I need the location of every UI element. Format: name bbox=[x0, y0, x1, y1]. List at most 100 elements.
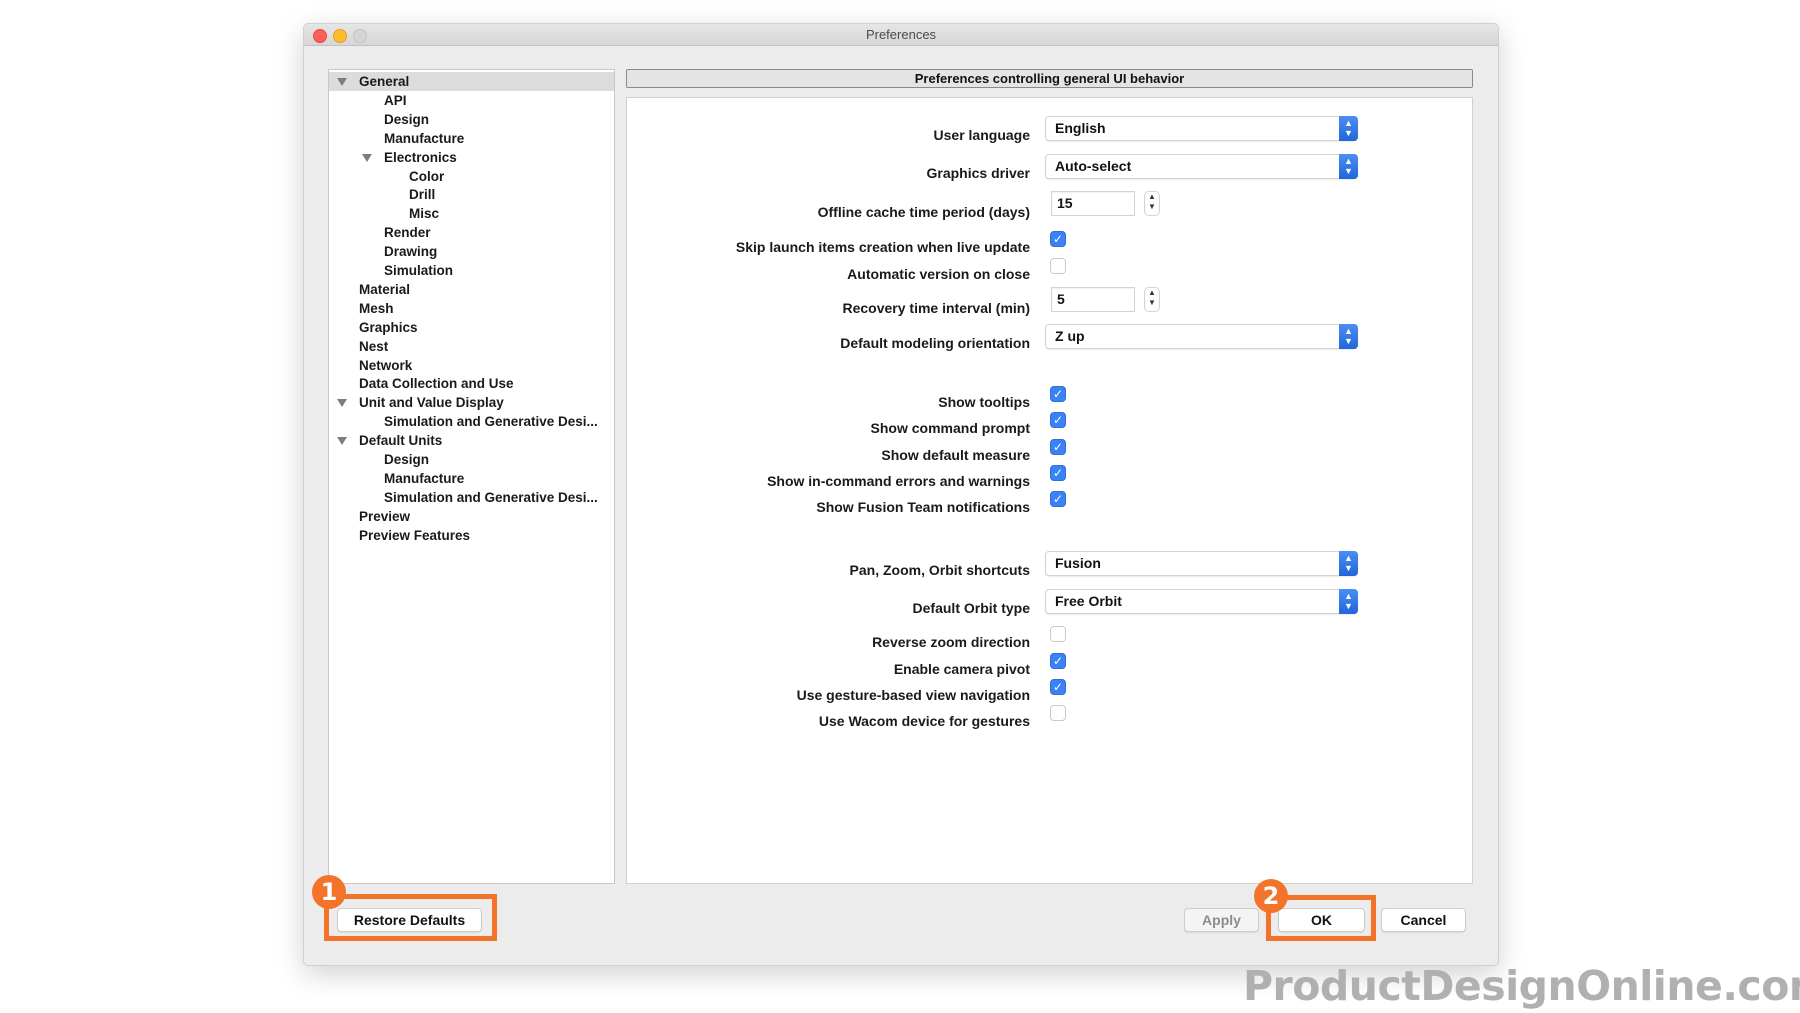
offline-cache-stepper[interactable]: ▲ ▼ bbox=[1144, 191, 1160, 216]
cancel-button[interactable]: Cancel bbox=[1381, 908, 1466, 932]
tree-item-label: Nest bbox=[359, 338, 389, 354]
tree-item-label: Electronics bbox=[384, 149, 457, 165]
offline-cache-input[interactable]: 15 bbox=[1051, 191, 1135, 216]
select-chevrons-icon: ▲ ▼ bbox=[1339, 589, 1358, 614]
tree-item[interactable]: Material bbox=[329, 280, 614, 299]
tree-item-label: Drawing bbox=[384, 244, 438, 260]
tree-item[interactable]: Drill bbox=[329, 185, 614, 204]
offline-cache-value: 15 bbox=[1057, 195, 1073, 211]
check-icon: ✓ bbox=[1052, 654, 1064, 668]
tree-item[interactable]: Preview bbox=[329, 507, 614, 526]
select-chevrons-icon: ▲ ▼ bbox=[1339, 324, 1358, 349]
disclosure-triangle-icon[interactable] bbox=[337, 399, 347, 408]
tree-item[interactable]: Network bbox=[329, 356, 614, 375]
tree-item-label: API bbox=[384, 92, 407, 108]
reverse-zoom-checkbox[interactable] bbox=[1050, 626, 1066, 642]
pzo-shortcuts-label: Pan, Zoom, Orbit shortcuts bbox=[849, 562, 1030, 578]
pzo-shortcuts-value: Fusion bbox=[1055, 555, 1101, 571]
show-command-prompt-label: Show command prompt bbox=[870, 420, 1030, 436]
tree-item[interactable]: Simulation and Generative Desi... bbox=[329, 488, 614, 507]
pzo-shortcuts-select[interactable]: Fusion ▲ ▼ bbox=[1045, 551, 1358, 576]
tree-item-label: General bbox=[359, 74, 410, 89]
tree-item[interactable]: Design bbox=[329, 450, 614, 469]
auto-version-label: Automatic version on close bbox=[847, 266, 1030, 282]
skip-launch-checkbox[interactable]: ✓ bbox=[1050, 231, 1066, 247]
apply-button[interactable]: Apply bbox=[1184, 908, 1259, 932]
recovery-interval-value: 5 bbox=[1057, 291, 1065, 307]
show-fusion-team-checkbox[interactable]: ✓ bbox=[1050, 491, 1066, 507]
check-icon: ✓ bbox=[1052, 440, 1064, 454]
disclosure-triangle-icon[interactable] bbox=[337, 437, 347, 446]
recovery-interval-stepper[interactable]: ▲ ▼ bbox=[1144, 287, 1160, 312]
orbit-type-value: Free Orbit bbox=[1055, 593, 1122, 609]
tree-item[interactable]: Mesh bbox=[329, 299, 614, 318]
settings-panel: User language English ▲ ▼ Graphics driver… bbox=[626, 97, 1473, 884]
gesture-nav-checkbox[interactable]: ✓ bbox=[1050, 679, 1066, 695]
window-title: Preferences bbox=[865, 27, 937, 42]
tree-item[interactable]: Preview Features bbox=[329, 526, 614, 545]
tree-item[interactable]: Manufacture bbox=[329, 129, 614, 148]
orbit-type-label: Default Orbit type bbox=[912, 600, 1030, 616]
tree-item[interactable]: Simulation bbox=[329, 261, 614, 280]
check-icon: ✓ bbox=[1052, 680, 1064, 694]
watermark: ProductDesignOnline.com bbox=[1243, 962, 1800, 1010]
tree-item-label: Network bbox=[359, 357, 413, 373]
wacom-checkbox[interactable] bbox=[1050, 705, 1066, 721]
show-default-measure-label: Show default measure bbox=[881, 447, 1030, 463]
show-errors-label: Show in-command errors and warnings bbox=[767, 473, 1030, 489]
tree-item[interactable]: Drawing bbox=[329, 242, 614, 261]
select-chevrons-icon: ▲ ▼ bbox=[1339, 154, 1358, 179]
user-language-label: User language bbox=[933, 127, 1030, 143]
orbit-type-select[interactable]: Free Orbit ▲ ▼ bbox=[1045, 589, 1358, 614]
tree-item[interactable]: Misc bbox=[329, 204, 614, 223]
tree-item[interactable]: Graphics bbox=[329, 318, 614, 337]
camera-pivot-label: Enable camera pivot bbox=[893, 661, 1030, 677]
show-tooltips-checkbox[interactable]: ✓ bbox=[1050, 386, 1066, 402]
tree-item[interactable]: Data Collection and Use bbox=[329, 374, 614, 393]
tree-item-label: Preview bbox=[359, 508, 411, 524]
check-icon: ✓ bbox=[1052, 466, 1064, 480]
show-default-measure-checkbox[interactable]: ✓ bbox=[1050, 439, 1066, 455]
tree-item-label: Preview Features bbox=[359, 527, 471, 543]
tree-item[interactable]: Manufacture bbox=[329, 469, 614, 488]
tree-item[interactable]: General bbox=[329, 72, 614, 91]
select-chevrons-icon: ▲ ▼ bbox=[1339, 116, 1358, 141]
graphics-driver-value: Auto-select bbox=[1055, 158, 1132, 174]
tree-item-label: Color bbox=[409, 168, 445, 184]
auto-version-checkbox[interactable] bbox=[1050, 258, 1066, 274]
camera-pivot-checkbox[interactable]: ✓ bbox=[1050, 653, 1066, 669]
step-badge-2: 2 bbox=[1254, 879, 1288, 913]
tree-item[interactable]: API bbox=[329, 91, 614, 110]
tree-item[interactable]: Simulation and Generative Desi... bbox=[329, 412, 614, 431]
check-icon: ✓ bbox=[1052, 387, 1064, 401]
tree-item-label: Simulation bbox=[384, 263, 454, 278]
show-errors-checkbox[interactable]: ✓ bbox=[1050, 465, 1066, 481]
tree-item-label: Simulation and Generative Desi... bbox=[384, 489, 598, 505]
tree-item[interactable]: Default Units bbox=[329, 431, 614, 450]
tree-item[interactable]: Unit and Value Display bbox=[329, 393, 614, 412]
tree-item[interactable]: Nest bbox=[329, 337, 614, 356]
tree-item[interactable]: Electronics bbox=[329, 148, 614, 167]
tree-item-label: Manufacture bbox=[384, 470, 465, 486]
tree-item-label: Default Units bbox=[359, 433, 443, 449]
panel-header: Preferences controlling general UI behav… bbox=[626, 69, 1473, 88]
restore-defaults-highlight bbox=[324, 894, 497, 941]
tree-item-label: Material bbox=[359, 281, 411, 297]
modeling-orientation-value: Z up bbox=[1055, 328, 1085, 344]
title-bar: Preferences bbox=[304, 24, 1498, 46]
tree-item[interactable]: Render bbox=[329, 223, 614, 242]
recovery-interval-label: Recovery time interval (min) bbox=[842, 300, 1030, 316]
preferences-tree: General API Design Manufacture Electronics Co… bbox=[328, 69, 615, 884]
tree-item-label: Misc bbox=[409, 206, 440, 222]
disclosure-triangle-icon[interactable] bbox=[362, 153, 372, 162]
reverse-zoom-label: Reverse zoom direction bbox=[872, 634, 1030, 650]
modeling-orientation-select[interactable]: Z up ▲ ▼ bbox=[1045, 324, 1358, 349]
disclosure-triangle-icon[interactable] bbox=[337, 78, 347, 86]
graphics-driver-select[interactable]: Auto-select ▲ ▼ bbox=[1045, 154, 1358, 179]
tree-item[interactable]: Design bbox=[329, 110, 614, 129]
tree-item[interactable]: Color bbox=[329, 167, 614, 186]
recovery-interval-input[interactable]: 5 bbox=[1051, 287, 1135, 312]
tree-item-label: Manufacture bbox=[384, 130, 465, 146]
show-command-prompt-checkbox[interactable]: ✓ bbox=[1050, 412, 1066, 428]
user-language-select[interactable]: English ▲ ▼ bbox=[1045, 116, 1358, 141]
